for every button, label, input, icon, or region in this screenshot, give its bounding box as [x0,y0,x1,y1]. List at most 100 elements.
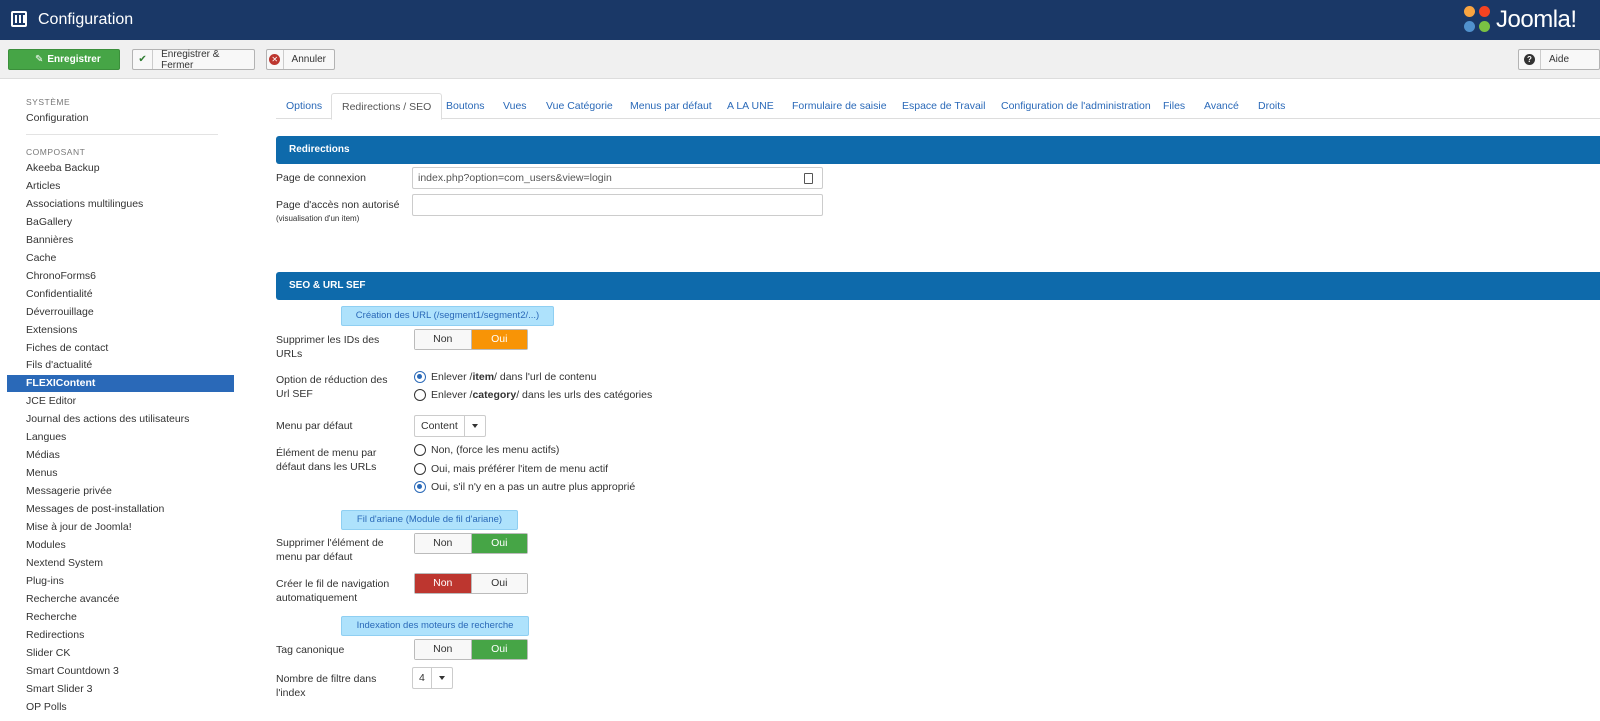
remove-ids-yes[interactable]: Oui [470,330,527,349]
url-reduction-option-category[interactable]: Enlever / category / dans les urls des cat… [414,389,652,401]
remove-ids-no[interactable]: Non [415,330,471,349]
tab-espace-de-travail[interactable]: Espace de Travail [892,93,995,119]
subheading-breadcrumb: Fil d'ariane (Module de fil d'ariane) [341,510,518,530]
tab-menus-par-d-faut[interactable]: Menus par défaut [620,93,722,119]
remove-menu-item-yes[interactable]: Oui [470,534,527,553]
subheading-indexing: Indexation des moteurs de recherche [341,616,529,636]
sidebar-heading-component: COMPOSANT [26,147,86,157]
tab-boutons[interactable]: Boutons [436,93,495,119]
sidebar-item-recherche[interactable]: Recherche [7,609,234,626]
url-reduction-label: Option de réduction des Url SEF [276,374,388,400]
config-menu-icon[interactable] [11,11,27,27]
remove-menu-item-no[interactable]: Non [415,534,471,553]
sidebar-item-op-polls[interactable]: OP Polls [7,699,234,716]
remove-menu-item-label: Supprimer l'élément de menu par défaut [276,537,384,563]
default-menu-label: Menu par défaut [276,420,353,432]
sidebar-item-fils-d-actualit[interactable]: Fils d'actualité [7,357,234,374]
auto-breadcrumb-no[interactable]: Non [415,574,471,593]
tab-avanc[interactable]: Avancé [1194,93,1249,119]
clipboard-icon[interactable] [804,173,813,184]
default-menu-select[interactable]: Content [414,415,486,437]
canonical-tag-no[interactable]: Non [415,640,471,659]
tab-redirections-seo[interactable]: Redirections / SEO [331,93,443,120]
unauthorized-page-note: (visualisation d'un item) [276,214,360,223]
login-page-input[interactable]: index.php?option=com_users&view=login [412,167,823,189]
remove-ids-toggle: Non Oui [414,329,528,350]
canonical-tag-yes[interactable]: Oui [470,640,527,659]
section-redirections: Redirections [276,136,1600,164]
joomla-logo[interactable]: Joomla! [1464,5,1577,35]
sidebar-item-chronoforms6[interactable]: ChronoForms6 [7,268,234,285]
sidebar-item-smart-slider-3[interactable]: Smart Slider 3 [7,681,234,698]
unauthorized-page-label: Page d'accès non autorisé (visualisation… [276,198,399,226]
sidebar-item-cache[interactable]: Cache [7,250,234,267]
sidebar-item-banni-res[interactable]: Bannières [7,232,234,249]
tab-vues[interactable]: Vues [493,93,537,119]
sidebar-item-jce-editor[interactable]: JCE Editor [7,393,234,410]
sidebar-item-configuration[interactable]: Configuration [7,110,234,127]
default-menu-item-option-1[interactable]: Non, (force les menu actifs) [414,444,559,456]
section-seo: SEO & URL SEF [276,272,1600,300]
filter-count-label: Nombre de filtre dans l'index [276,673,377,699]
sidebar-item-recherche-avanc-e[interactable]: Recherche avancée [7,591,234,608]
tab-formulaire-de-saisie[interactable]: Formulaire de saisie [782,93,897,119]
sidebar-item-redirections[interactable]: Redirections [7,627,234,644]
sidebar-item-bagallery[interactable]: BaGallery [7,214,234,231]
radio-unchecked-icon[interactable] [414,444,426,456]
tab-a-la-une[interactable]: A LA UNE [717,93,784,119]
edit-icon: ✎ [35,54,44,65]
unauthorized-page-input[interactable] [412,194,823,216]
sidebar-item-journal-des-actions-des-utilisateurs[interactable]: Journal des actions des utilisateurs [7,411,234,428]
help-button[interactable]: ? Aide [1518,49,1600,70]
sidebar-item-d-verrouillage[interactable]: Déverrouillage [7,304,234,321]
sidebar-item-modules[interactable]: Modules [7,537,234,554]
sidebar-item-m-dias[interactable]: Médias [7,447,234,464]
auto-breadcrumb-yes[interactable]: Oui [470,574,527,593]
sidebar-item-mise-jour-de-joomla[interactable]: Mise à jour de Joomla! [7,519,234,536]
auto-breadcrumb-label: Créer le fil de navigation automatiqueme… [276,578,390,604]
sidebar-item-fiches-de-contact[interactable]: Fiches de contact [7,340,234,357]
chevron-down-icon [432,668,452,688]
radio-checked-icon[interactable] [414,371,426,383]
subheading-url-creation: Création des URL (/segment1/segment2/...… [341,306,554,326]
cancel-button[interactable]: ✕ Annuler [266,49,335,70]
joomla-logo-icon [1464,6,1492,34]
sidebar-item-messages-de-post-installation[interactable]: Messages de post-installation [7,501,234,518]
sidebar-item-associations-multilingues[interactable]: Associations multilingues [7,196,234,213]
sidebar-item-flexicontent[interactable]: FLEXIContent [7,375,234,393]
joomla-logo-text: Joomla! [1496,6,1577,33]
sidebar-item-confidentialit[interactable]: Confidentialité [7,286,234,303]
sidebar-item-akeeba-backup[interactable]: Akeeba Backup [7,160,234,177]
sidebar-item-articles[interactable]: Articles [7,178,234,195]
default-menu-item-option-3[interactable]: Oui, s'il n'y en a pas un autre plus app… [414,481,635,493]
tab-configuration-de-l-administration[interactable]: Configuration de l'administration [991,93,1161,119]
page-title: Configuration [38,11,134,28]
sidebar-item-smart-countdown-3[interactable]: Smart Countdown 3 [7,663,234,680]
tab-vue-cat-gorie[interactable]: Vue Catégorie [536,93,623,119]
sidebar-heading-system: SYSTÈME [26,97,71,107]
radio-unchecked-icon[interactable] [414,462,426,475]
sidebar-item-messagerie-priv-e[interactable]: Messagerie privée [7,483,234,500]
remove-ids-label: Supprimer les IDs des URLs [276,334,380,360]
sidebar-item-menus[interactable]: Menus [7,465,234,482]
save-close-button[interactable]: ✔ Enregistrer & Fermer [132,49,255,71]
tab-droits[interactable]: Droits [1248,93,1295,119]
sidebar-item-extensions[interactable]: Extensions [7,322,234,339]
auto-breadcrumb-toggle: Non Oui [414,573,528,594]
radio-checked-icon[interactable] [414,481,426,493]
radio-unchecked-icon[interactable] [414,389,426,401]
url-reduction-option-item[interactable]: Enlever / item / dans l'url de contenu [414,371,596,383]
canonical-tag-toggle: Non Oui [414,639,528,660]
filter-count-select[interactable]: 4 [412,667,453,689]
sidebar-item-nextend-system[interactable]: Nextend System [7,555,234,572]
remove-menu-item-toggle: Non Oui [414,533,528,554]
sidebar-item-langues[interactable]: Langues [7,429,234,446]
sidebar-item-plug-ins[interactable]: Plug-ins [7,573,234,590]
default-menu-item-option-2[interactable]: Oui, mais préférer l'item de menu actif [414,462,608,475]
question-icon: ? [1519,50,1541,69]
chevron-down-icon [465,416,485,436]
save-button[interactable]: ✎ Enregistrer [8,49,120,70]
tab-files[interactable]: Files [1153,93,1195,119]
tab-options[interactable]: Options [276,93,332,119]
sidebar-item-slider-ck[interactable]: Slider CK [7,645,234,662]
